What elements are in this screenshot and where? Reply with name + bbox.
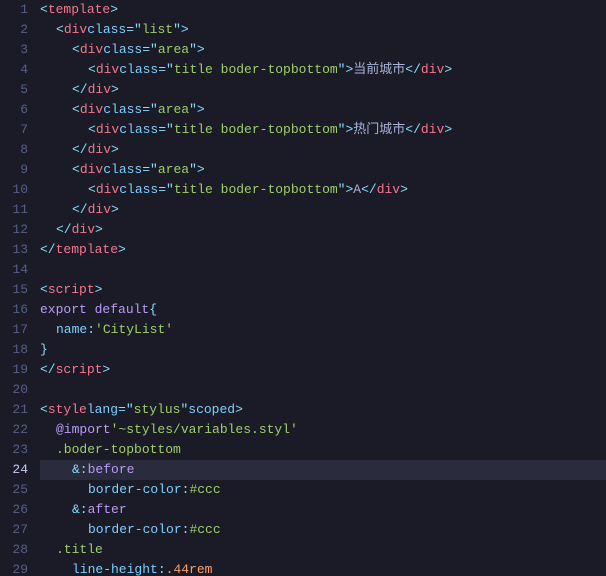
- code-line-19: </script>: [40, 360, 606, 380]
- code-line-28: .title: [40, 540, 606, 560]
- code-line-7: <div class="title boder-topbottom">热门城市<…: [40, 120, 606, 140]
- code-line-26: &:after: [40, 500, 606, 520]
- code-line-23: .boder-topbottom: [40, 440, 606, 460]
- code-line-14: [40, 260, 606, 280]
- code-line-17: name: 'CityList': [40, 320, 606, 340]
- code-line-11: </div>: [40, 200, 606, 220]
- code-line-24: &:before: [40, 460, 606, 480]
- code-line-9: <div class="area">: [40, 160, 606, 180]
- code-line-27: border-color: #ccc: [40, 520, 606, 540]
- code-line-29: line-height: .44rem: [40, 560, 606, 576]
- code-line-21: <style lang="stylus" scoped>: [40, 400, 606, 420]
- code-content[interactable]: <template> <div class="list"> <div class…: [36, 0, 606, 576]
- code-line-25: border-color: #ccc: [40, 480, 606, 500]
- code-line-6: <div class="area">: [40, 100, 606, 120]
- code-line-22: @import '~styles/variables.styl': [40, 420, 606, 440]
- line-numbers: 1 2 3 4 5 6 7 8 9 10 11 12 13 14 15 16 1…: [0, 0, 36, 576]
- code-line-1: <template>: [40, 0, 606, 20]
- code-editor: 1 2 3 4 5 6 7 8 9 10 11 12 13 14 15 16 1…: [0, 0, 606, 576]
- code-line-3: <div class="area">: [40, 40, 606, 60]
- code-line-16: export default {: [40, 300, 606, 320]
- code-line-2: <div class="list">: [40, 20, 606, 40]
- code-line-4: <div class="title boder-topbottom">当前城市<…: [40, 60, 606, 80]
- code-line-8: </div>: [40, 140, 606, 160]
- code-line-15: <script>: [40, 280, 606, 300]
- code-line-20: [40, 380, 606, 400]
- code-line-12: </div>: [40, 220, 606, 240]
- code-line-5: </div>: [40, 80, 606, 100]
- code-line-13: </template>: [40, 240, 606, 260]
- code-area[interactable]: 1 2 3 4 5 6 7 8 9 10 11 12 13 14 15 16 1…: [0, 0, 606, 576]
- code-line-18: }: [40, 340, 606, 360]
- code-line-10: <div class="title boder-topbottom">A</di…: [40, 180, 606, 200]
